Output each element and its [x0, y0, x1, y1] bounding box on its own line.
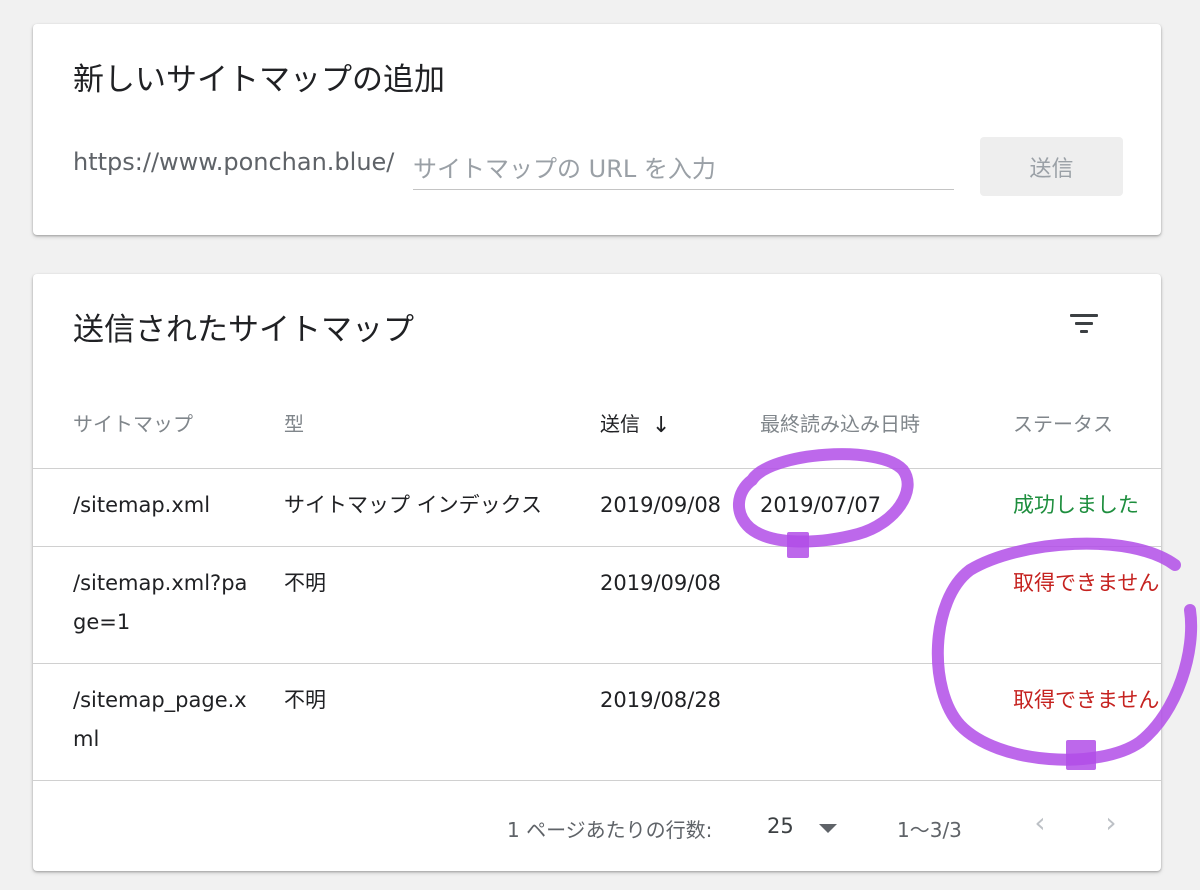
- row-divider: [33, 663, 1161, 664]
- cell-submitted: 2019/09/08: [600, 571, 722, 595]
- submitted-sitemaps-card: 送信されたサイトマップ サイトマップ 型 送信 ↓ 最終読み込み日時 ステータス …: [33, 274, 1161, 871]
- column-header-type[interactable]: 型: [284, 408, 304, 437]
- column-header-last-read[interactable]: 最終読み込み日時: [760, 408, 920, 437]
- cell-type: 不明: [284, 688, 326, 712]
- row-divider: [33, 780, 1161, 781]
- column-header-submitted[interactable]: 送信 ↓: [600, 408, 670, 438]
- chevron-left-icon[interactable]: ‹: [1025, 808, 1055, 842]
- status-badge: 成功しました: [1013, 493, 1139, 517]
- sitemap-url-input[interactable]: [413, 152, 954, 190]
- column-header-status[interactable]: ステータス: [1013, 408, 1113, 437]
- submitted-sitemaps-title: 送信されたサイトマップ: [73, 312, 414, 348]
- site-url-prefix: https://www.ponchan.blue/: [73, 148, 395, 176]
- row-divider: [33, 546, 1161, 547]
- cell-submitted: 2019/08/28: [600, 688, 722, 712]
- cell-sitemap: /sitemap_page.xml: [73, 688, 247, 751]
- column-header-submitted-label: 送信: [600, 412, 640, 436]
- submit-button[interactable]: 送信: [980, 137, 1123, 196]
- cell-sitemap: /sitemap.xml: [73, 493, 211, 517]
- cell-submitted: 2019/09/08: [600, 493, 722, 517]
- caret-down-icon: [819, 824, 837, 833]
- rows-per-page-value: 25: [767, 814, 794, 838]
- arrow-down-icon: ↓: [652, 413, 671, 438]
- chevron-right-icon[interactable]: ›: [1096, 808, 1126, 842]
- add-sitemap-card: 新しいサイトマップの追加 https://www.ponchan.blue/ 送…: [33, 24, 1161, 235]
- column-header-sitemap[interactable]: サイトマップ: [73, 408, 193, 437]
- add-sitemap-title: 新しいサイトマップの追加: [73, 62, 445, 98]
- rows-per-page-select[interactable]: 25: [767, 812, 843, 842]
- header-divider: [33, 468, 1161, 469]
- cell-last-read: 2019/07/07: [760, 493, 882, 517]
- rows-per-page-label: 1 ページあたりの行数:: [507, 818, 713, 842]
- status-badge: 取得できません: [1013, 571, 1160, 595]
- page-range: 1〜3/3: [897, 818, 962, 842]
- status-badge: 取得できません: [1013, 688, 1160, 712]
- filter-icon[interactable]: [1066, 310, 1102, 338]
- cell-sitemap: /sitemap.xml?page=1: [73, 571, 248, 634]
- cell-type: 不明: [284, 571, 326, 595]
- cell-type: サイトマップ インデックス: [284, 493, 543, 517]
